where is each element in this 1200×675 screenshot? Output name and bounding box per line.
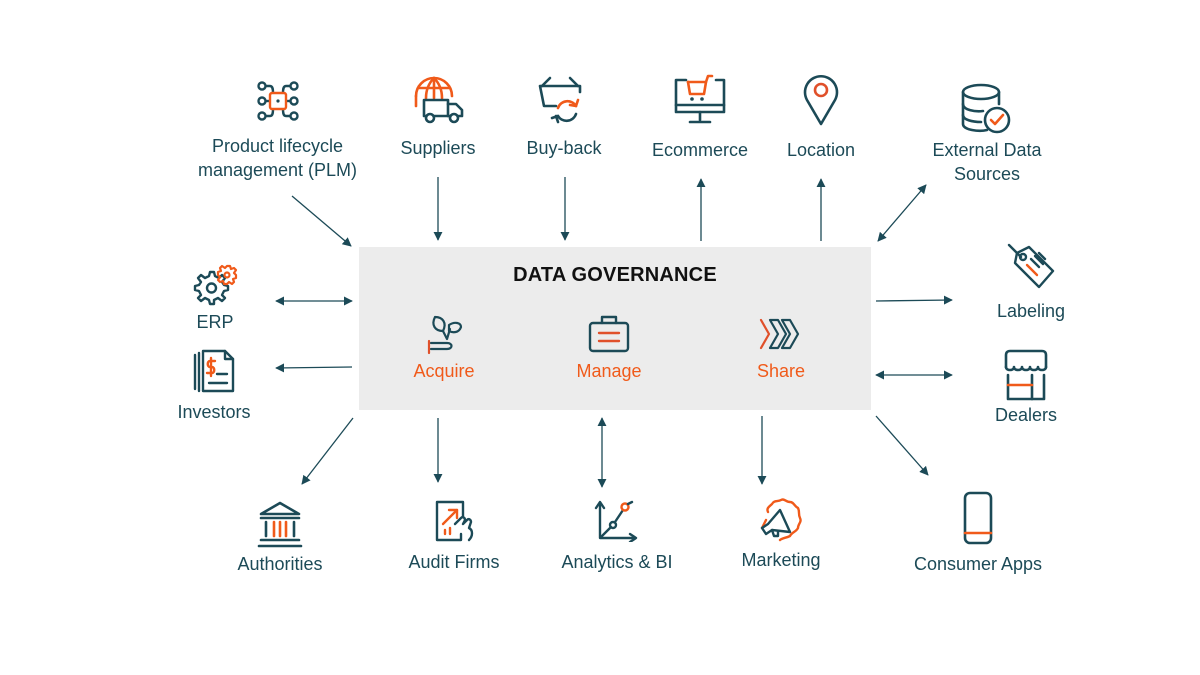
- arrow-hub-to-consumer: [875, 415, 929, 476]
- arrow-hub-to-investors: [275, 363, 353, 373]
- node-authorities: Authorities: [226, 500, 334, 576]
- megaphone-badge-icon: [760, 498, 802, 542]
- tablet-chart-icon: [435, 500, 474, 542]
- plant-hand-icon: [427, 315, 463, 355]
- hub-title: DATA GOVERNANCE: [513, 264, 717, 286]
- node-audit-firms: Audit Firms: [398, 498, 510, 574]
- node-label-external-line2: Sources: [953, 164, 1021, 184]
- node-label-external-line1: External Data: [932, 140, 1042, 160]
- chevrons-right-icon: [759, 318, 800, 350]
- node-label-plm-line2: management (PLM): [197, 160, 358, 180]
- briefcase-icon: [588, 315, 630, 353]
- node-label-marketing: Marketing: [741, 550, 821, 570]
- arrow-hub-to-authorities: [301, 417, 354, 485]
- storefront-icon: [1004, 349, 1048, 401]
- node-label-plm-line1: Product lifecycle: [211, 136, 344, 156]
- node-label-labeling: Labeling: [996, 301, 1066, 321]
- pillar-share: Share: [721, 311, 841, 382]
- node-label-dealers: Dealers: [994, 405, 1058, 425]
- node-label-erp: ERP: [196, 312, 234, 332]
- node-label-ecommerce: Ecommerce: [651, 140, 749, 160]
- node-suppliers: Suppliers: [388, 72, 488, 160]
- financial-document-icon: [193, 349, 235, 393]
- node-label-consumer: Consumer Apps: [913, 554, 1043, 574]
- node-ecommerce: Ecommerce: [645, 74, 755, 162]
- node-buyback: Buy-back: [514, 72, 614, 160]
- map-pin-icon: [803, 74, 839, 126]
- gears-icon: [193, 264, 238, 306]
- pillar-label-manage: Manage: [576, 361, 642, 381]
- pillar-manage: Manage: [549, 311, 669, 382]
- node-location: Location: [775, 72, 867, 162]
- data-governance-diagram: DATA GOVERNANCE Acquire Manage Share Pro…: [0, 0, 1200, 675]
- node-label-buyback: Buy-back: [526, 138, 602, 158]
- node-analytics-bi: Analytics & BI: [548, 496, 686, 574]
- monitor-cart-icon: [674, 74, 726, 124]
- node-labeling: Labeling: [985, 243, 1077, 323]
- node-label-authorities: Authorities: [237, 554, 323, 574]
- node-label-suppliers: Suppliers: [400, 138, 476, 158]
- pillar-acquire: Acquire: [384, 311, 504, 382]
- node-label-analytics: Analytics & BI: [561, 552, 673, 572]
- pillar-label-share: Share: [756, 361, 806, 381]
- node-marketing: Marketing: [730, 496, 832, 572]
- database-check-icon: [961, 83, 1011, 134]
- government-building-icon: [257, 501, 303, 548]
- circuit-chip-icon: [256, 81, 299, 121]
- node-label-investors: Investors: [177, 402, 251, 422]
- data-governance-hub: DATA GOVERNANCE Acquire Manage Share: [359, 247, 871, 410]
- arrow-hub-external-bidirectional: [877, 184, 927, 242]
- line-chart-icon: [594, 500, 638, 542]
- arrow-hub-to-labeling: [875, 295, 953, 305]
- node-label-audit: Audit Firms: [408, 552, 500, 572]
- node-consumer-apps: Consumer Apps: [900, 490, 1056, 576]
- price-tag-icon: [1007, 243, 1055, 289]
- basket-refresh-icon: [538, 76, 582, 124]
- smartphone-icon: [963, 491, 993, 545]
- node-dealers: Dealers: [982, 349, 1070, 427]
- arrow-plm-to-hub: [291, 195, 352, 247]
- node-plm: Product lifecycle management (PLM): [185, 78, 370, 182]
- node-erp: ERP: [180, 264, 250, 334]
- globe-truck-icon: [414, 76, 464, 124]
- node-investors: Investors: [168, 348, 260, 424]
- pillar-label-acquire: Acquire: [413, 361, 475, 381]
- node-external-data-sources: External Data Sources: [920, 82, 1054, 186]
- node-label-location: Location: [786, 140, 856, 160]
